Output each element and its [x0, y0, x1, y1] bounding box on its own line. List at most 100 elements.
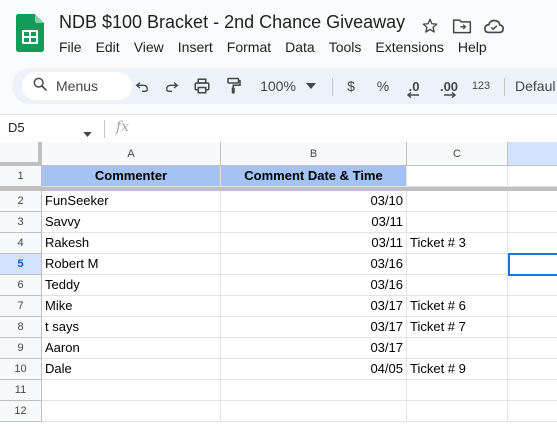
- table-cell[interactable]: [508, 401, 557, 422]
- header-cell-b[interactable]: Comment Date & Time: [221, 166, 407, 187]
- title-bar: NDB $100 Bracket - 2nd Chance Giveaway F…: [0, 0, 557, 64]
- row-header-11[interactable]: 11: [0, 380, 42, 401]
- number-format-button[interactable]: 123: [468, 74, 494, 98]
- menu-format[interactable]: Format: [220, 38, 278, 57]
- row-header-8[interactable]: 8: [0, 317, 42, 338]
- menu-tools[interactable]: Tools: [322, 38, 369, 57]
- table-cell[interactable]: Mike: [42, 296, 221, 317]
- table-cell[interactable]: [407, 191, 508, 212]
- row-header-2[interactable]: 2: [0, 191, 42, 212]
- table-cell[interactable]: [221, 380, 407, 401]
- table-cell[interactable]: Ticket # 7: [407, 317, 508, 338]
- table-cell[interactable]: [407, 380, 508, 401]
- table-cell[interactable]: FunSeeker: [42, 191, 221, 212]
- menu-file[interactable]: File: [52, 38, 89, 57]
- menu-extensions[interactable]: Extensions: [368, 38, 450, 57]
- column-header-b[interactable]: B: [221, 142, 407, 166]
- percent-format-button[interactable]: %: [372, 74, 394, 98]
- row-header-7[interactable]: 7: [0, 296, 42, 317]
- table-cell[interactable]: Savvy: [42, 212, 221, 233]
- zoom-select[interactable]: 100%: [256, 74, 300, 98]
- redo-icon[interactable]: [160, 74, 184, 98]
- column-header-a[interactable]: A: [42, 142, 221, 166]
- spreadsheet-grid: A B C 1 Commenter Comment Date & Time 2 FunS…: [0, 142, 557, 428]
- currency-format-button[interactable]: $: [342, 74, 360, 98]
- print-icon[interactable]: [190, 74, 214, 98]
- table-cell[interactable]: 03/17: [221, 338, 407, 359]
- menu-help[interactable]: Help: [451, 38, 494, 57]
- table-cell[interactable]: Ticket # 6: [407, 296, 508, 317]
- column-header-c[interactable]: C: [407, 142, 508, 166]
- menu-view[interactable]: View: [127, 38, 171, 57]
- name-box-caret-icon[interactable]: [83, 124, 92, 142]
- table-cell[interactable]: 03/17: [221, 296, 407, 317]
- table-cell[interactable]: [508, 233, 557, 254]
- row-header-6[interactable]: 6: [0, 275, 42, 296]
- table-cell[interactable]: [407, 166, 508, 187]
- table-cell[interactable]: [42, 401, 221, 422]
- row-header-3[interactable]: 3: [0, 212, 42, 233]
- table-cell[interactable]: [508, 191, 557, 212]
- menu-insert[interactable]: Insert: [171, 38, 220, 57]
- table-cell[interactable]: [407, 212, 508, 233]
- table-cell[interactable]: Robert M: [42, 254, 221, 275]
- table-cell[interactable]: 03/11: [221, 212, 407, 233]
- table-cell[interactable]: 03/16: [221, 275, 407, 296]
- table-cell[interactable]: [508, 359, 557, 380]
- table-cell[interactable]: [508, 212, 557, 233]
- table-cell[interactable]: Ticket # 9: [407, 359, 508, 380]
- document-title[interactable]: NDB $100 Bracket - 2nd Chance Giveaway: [59, 12, 405, 33]
- table-cell[interactable]: Ticket # 3: [407, 233, 508, 254]
- active-cell-selection[interactable]: [508, 253, 557, 276]
- cloud-status-icon[interactable]: [482, 14, 506, 38]
- table-cell[interactable]: [407, 401, 508, 422]
- table-cell[interactable]: [407, 338, 508, 359]
- table-cell[interactable]: Rakesh: [42, 233, 221, 254]
- star-icon[interactable]: [418, 14, 442, 38]
- row-header-5[interactable]: 5: [0, 254, 42, 275]
- sheets-logo-icon[interactable]: [16, 14, 44, 52]
- table-cell[interactable]: 03/17: [221, 317, 407, 338]
- table-cell[interactable]: [407, 275, 508, 296]
- header-cell-a[interactable]: Commenter: [42, 166, 221, 187]
- table-cell[interactable]: [508, 338, 557, 359]
- table-cell[interactable]: 03/11: [221, 233, 407, 254]
- column-header-d[interactable]: [508, 142, 557, 166]
- row-header-10[interactable]: 10: [0, 359, 42, 380]
- table-cell[interactable]: Teddy: [42, 275, 221, 296]
- zoom-caret-icon[interactable]: [304, 74, 318, 98]
- table-cell[interactable]: 03/10: [221, 191, 407, 212]
- increase-decimal-button[interactable]: .00: [434, 74, 464, 98]
- table-cell[interactable]: [508, 380, 557, 401]
- table-cell[interactable]: [508, 275, 557, 296]
- table-cell[interactable]: [508, 296, 557, 317]
- paint-format-icon[interactable]: [222, 74, 246, 98]
- menu-data[interactable]: Data: [278, 38, 322, 57]
- undo-icon[interactable]: [130, 74, 154, 98]
- select-all-corner[interactable]: [0, 142, 42, 166]
- table-cell[interactable]: [42, 380, 221, 401]
- table-cell[interactable]: [508, 166, 557, 187]
- move-to-folder-icon[interactable]: [450, 14, 474, 38]
- table-cell[interactable]: 04/05: [221, 359, 407, 380]
- row-header-12[interactable]: 12: [0, 401, 42, 422]
- menu-bar: File Edit View Insert Format Data Tools …: [52, 38, 494, 57]
- table-cell[interactable]: [407, 254, 508, 275]
- frozen-row-divider[interactable]: [0, 187, 557, 191]
- fx-icon: fx: [116, 119, 130, 135]
- decrease-decimal-button[interactable]: .0: [402, 74, 426, 98]
- table-cell[interactable]: 03/16: [221, 254, 407, 275]
- formula-bar: D5 fx: [0, 114, 557, 142]
- table-cell[interactable]: Aaron: [42, 338, 221, 359]
- table-cell[interactable]: Dale: [42, 359, 221, 380]
- font-family-select[interactable]: Defaul: [515, 74, 557, 98]
- table-cell[interactable]: [508, 317, 557, 338]
- menus-search-button[interactable]: Menus: [22, 72, 132, 100]
- row-header-1[interactable]: 1: [0, 166, 42, 187]
- row-header-9[interactable]: 9: [0, 338, 42, 359]
- name-box[interactable]: D5: [8, 120, 25, 135]
- table-cell[interactable]: t says: [42, 317, 221, 338]
- menu-edit[interactable]: Edit: [89, 38, 127, 57]
- row-header-4[interactable]: 4: [0, 233, 42, 254]
- table-cell[interactable]: [221, 401, 407, 422]
